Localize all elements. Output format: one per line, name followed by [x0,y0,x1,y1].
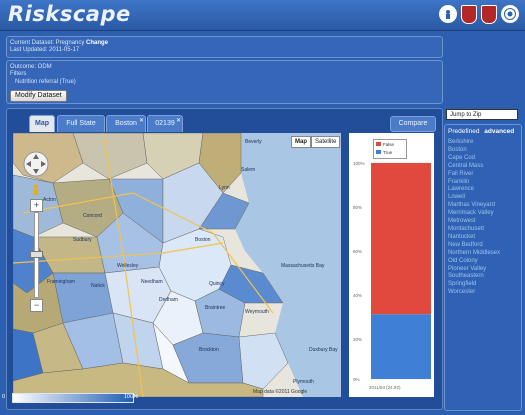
regions-panel: Predefined advanced Berkshire Boston Cape … [444,124,522,411]
region-item[interactable]: Old Colony [448,258,500,266]
region-item[interactable]: Merrimack Valley [448,210,500,218]
zoom-slider-handle[interactable] [30,251,43,258]
app-header: Riskscape [0,0,525,31]
zoom-out-button[interactable]: − [30,299,43,312]
place-label: Wellesley [117,263,139,269]
view-tabbar: Map Full State ✕ Boston ✕ 02139 Compare [7,109,442,132]
map-view-button[interactable]: Map [291,136,311,148]
region-item[interactable]: Springfield [448,281,500,289]
bar-segment-false[interactable] [371,163,431,315]
place-label: Quincy [209,281,225,287]
choropleth-map[interactable]: Beverly Salem Lynn Boston Quincy Braintr… [13,133,341,397]
region-item[interactable]: Northern Middlesex [448,250,500,258]
satellite-view-button[interactable]: Satellite [311,136,341,148]
place-label: Brockton [199,347,219,353]
outcome-bar-chart: False True 100% 80% 60% 40% 20% 0% 2011/… [349,133,434,397]
mit-shield-logo [481,5,497,24]
modify-dataset-button[interactable]: Modify Dataset [10,90,67,102]
region-item[interactable]: Berkshire [448,139,500,147]
tab-label: Full State [66,120,96,127]
tab-label: Map [35,120,49,127]
y-tick-label: 40% [353,293,363,298]
region-item[interactable]: Cape Cod [448,155,500,163]
region-item[interactable]: New Bedford [448,242,500,250]
tab-label: 02139 [155,120,175,127]
region-item[interactable]: Nantucket [448,234,500,242]
place-label: Salem [241,167,256,173]
region-item[interactable]: Lowell [448,194,500,202]
dataset-panel: Current Dataset: Pregnancy Change Last U… [6,36,443,58]
y-tick-label: 20% [353,337,363,342]
tab-map[interactable]: Map [29,115,55,132]
change-dataset-link[interactable]: Change [86,40,108,46]
region-item[interactable]: Southeastern [448,273,500,281]
place-label: Sudbury [73,237,92,243]
region-item[interactable]: Boston [448,147,500,155]
place-label: Beverly [245,139,262,145]
region-item[interactable]: Fall River [448,171,500,179]
jump-to-zip-input[interactable]: Jump to Zip [446,109,518,120]
bar-segment-true[interactable] [371,314,431,379]
partner-logos [439,5,519,24]
close-icon[interactable]: ✕ [139,114,144,129]
tab-label: Boston [115,120,137,127]
place-label: Boston [195,237,211,243]
region-item[interactable]: Franklin [448,179,500,187]
outcome-text: Outcome: ODM [10,64,52,70]
region-item[interactable]: Marthas Vineyard [448,202,500,210]
region-item[interactable]: Lawrence [448,186,500,194]
y-tick-label: 0% [353,377,360,382]
color-scale-min-label: 0 [2,394,6,400]
tab-predefined[interactable]: Predefined [448,128,479,135]
last-updated-text: Last Updated: 2011-05-17 [10,47,80,53]
workspace: Map Full State ✕ Boston ✕ 02139 Compare [6,108,443,410]
compare-button[interactable]: Compare [390,116,436,132]
place-label: Lynn [219,185,230,191]
y-tick-label: 80% [353,205,363,210]
place-label: Concord [83,213,102,219]
harvard-shield-logo [461,5,477,24]
bar-plot-area [371,162,431,380]
street-view-pegman-icon[interactable] [32,183,40,195]
zoom-in-button[interactable]: + [30,199,43,212]
color-scale-legend [12,393,134,403]
place-label: Framingham [47,279,76,285]
children-hospital-logo [439,5,457,23]
tab-full-state[interactable]: Full State [57,115,105,132]
place-label: Dedham [159,297,178,303]
pan-control[interactable] [23,151,49,177]
tab-02139[interactable]: ✕ 02139 [147,115,183,132]
place-label: Needham [141,279,163,285]
outcome-panel: Outcome: ODM Filters Nutrition referral … [6,60,443,104]
current-dataset-label: Current Dataset: Pregnancy [10,40,85,46]
x-category-label: 2011/03 (24.92) [369,385,401,390]
place-label: Acton [43,197,56,203]
color-scale-max-label: 100% [124,394,139,400]
tab-boston[interactable]: ✕ Boston [106,115,146,132]
region-item[interactable]: Montachusett [448,226,500,234]
place-label: Massachusetts Bay [281,263,325,269]
region-list: Berkshire Boston Cape Cod Central Mass Fall … [448,139,500,297]
seal-logo [501,5,519,23]
y-tick-label: 100% [353,161,365,166]
y-tick-label: 60% [353,249,363,254]
place-label: Natick [91,283,105,289]
app-title: Riskscape [8,2,131,26]
region-tabs: Predefined advanced [448,128,514,135]
place-label: Plymouth [293,379,314,385]
region-item[interactable]: Metrowest [448,218,500,226]
tab-advanced[interactable]: advanced [484,128,514,135]
place-label: Duxbury Bay [309,347,338,353]
region-item[interactable]: Pioneer Valley [448,266,500,274]
region-item[interactable]: Central Mass [448,163,500,171]
filter-value: Nutrition referral (True) [15,79,76,85]
close-icon[interactable]: ✕ [176,114,181,129]
place-label: Weymouth [245,309,269,315]
region-item[interactable]: Worcester [448,289,500,297]
map-attribution: Map data ©2011 Google [253,389,308,395]
filters-label: Filters [10,71,27,77]
place-label: Braintree [205,305,226,311]
